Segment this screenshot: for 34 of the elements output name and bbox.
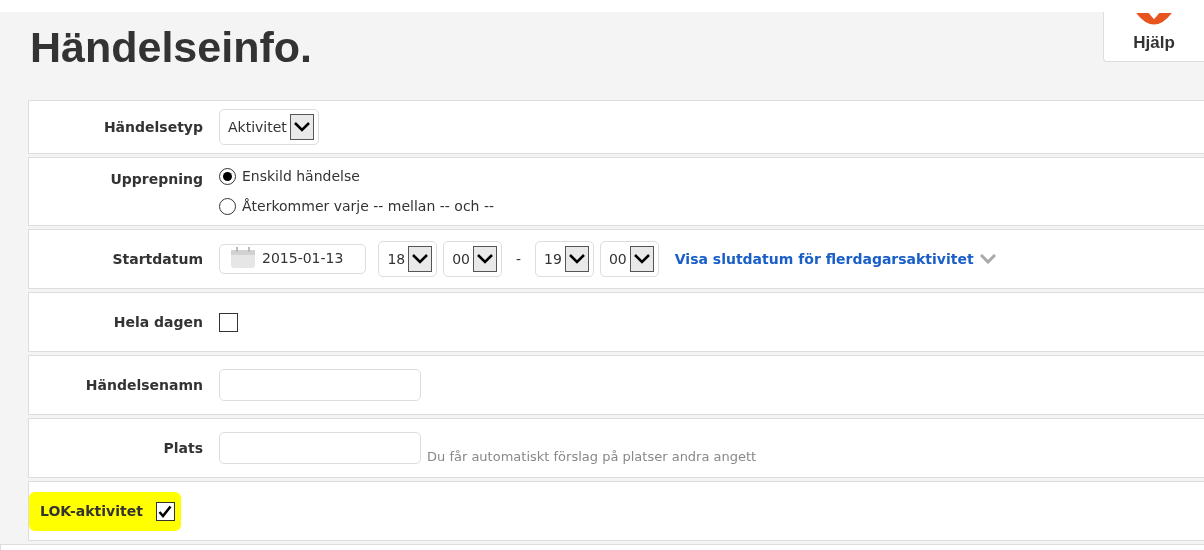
- dropdown[interactable]: Aktivitet: [219, 109, 319, 145]
- field-label: Upprepning: [109, 170, 204, 189]
- radio-option[interactable]: Enskild händelse: [219, 166, 360, 187]
- date-field[interactable]: 2015-01-13: [219, 244, 367, 274]
- radio-option[interactable]: Återkommer varje -- mellan -- och --: [219, 196, 494, 217]
- hour-dropdown[interactable]: 18: [378, 241, 438, 277]
- chevron-down-icon: [412, 254, 429, 264]
- field-label: Händelsetyp: [102, 117, 204, 136]
- field-label: Plats: [162, 438, 204, 457]
- chevron-down-icon: [477, 254, 494, 264]
- field-label: Hela dagen: [112, 312, 204, 331]
- hour-dropdown[interactable]: 19: [535, 241, 594, 277]
- text-field[interactable]: [219, 369, 421, 401]
- time-separator: -: [516, 249, 522, 269]
- calendar-icon: [230, 247, 256, 269]
- text-field[interactable]: [219, 432, 421, 464]
- chevron-down-icon: [633, 254, 650, 264]
- page-title: Händelseinfo.: [30, 26, 312, 69]
- field-label: Startdatum: [111, 249, 204, 268]
- chevron-down-icon: [293, 122, 310, 132]
- radio-label: Enskild händelse: [242, 167, 360, 186]
- hint-text: Du får automatiskt förslag på platser andra angett: [427, 448, 757, 467]
- minute-dropdown[interactable]: 00: [443, 241, 503, 277]
- field-label: Händelsenamn: [84, 375, 204, 394]
- radio-label: Återkommer varje -- mellan -- och --: [242, 197, 494, 216]
- chevron-down-icon: [568, 254, 585, 264]
- radio-button[interactable]: [219, 168, 236, 185]
- checkbox[interactable]: [219, 312, 238, 332]
- end-date-link[interactable]: Visa slutdatum för flerdagarsaktivitet: [674, 248, 974, 270]
- help-button[interactable]: Hjälp: [1103, 12, 1204, 62]
- field-label: LOK-aktivitet: [39, 501, 144, 521]
- checkbox[interactable]: [155, 501, 175, 521]
- radio-button[interactable]: [219, 198, 236, 215]
- minute-dropdown[interactable]: 00: [599, 241, 659, 277]
